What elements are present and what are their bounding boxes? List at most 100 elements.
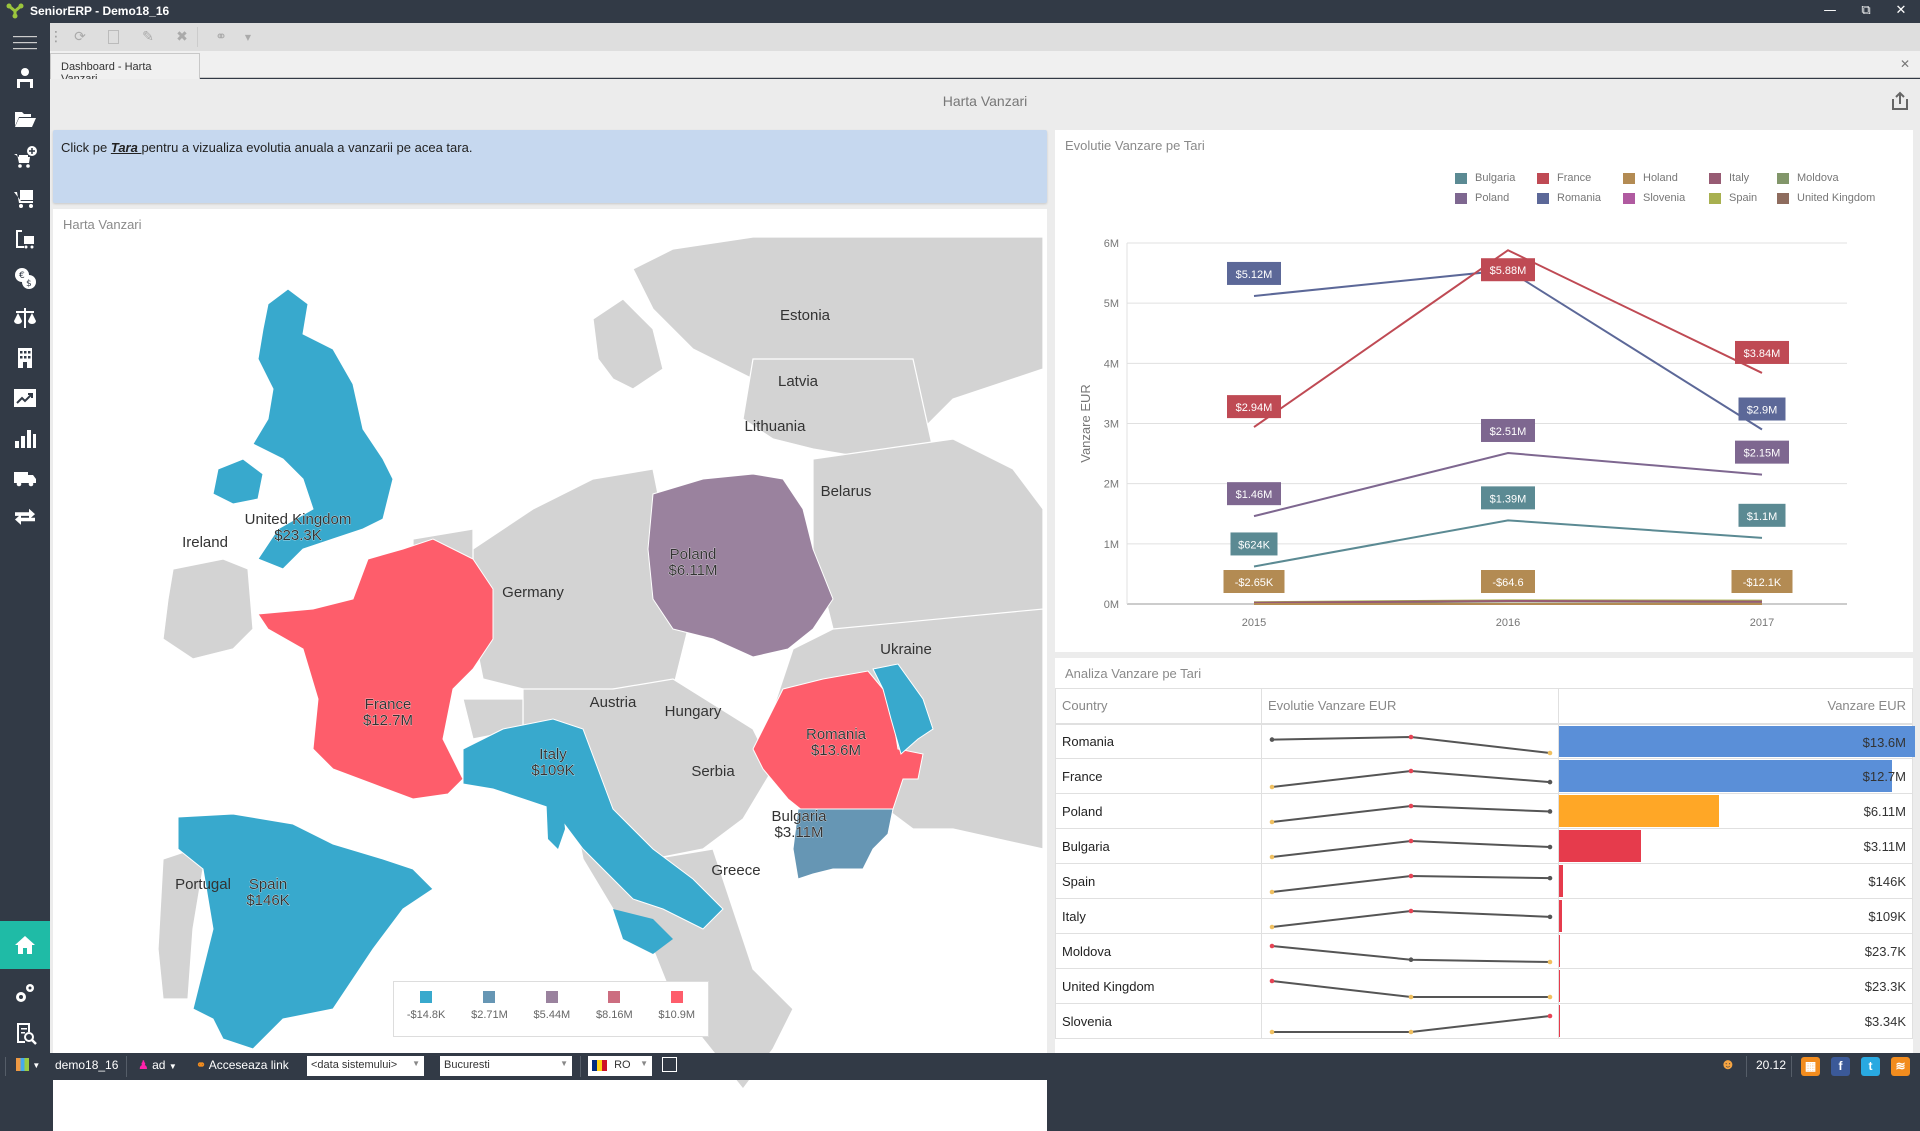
sidebar-item-inventory[interactable] [0, 218, 50, 258]
apps-menu-button[interactable]: ▼ [16, 1057, 40, 1071]
svg-text:$5.88M: $5.88M [1490, 265, 1527, 277]
sales-value: $3.34K [1865, 1014, 1906, 1029]
region-denmark [593, 299, 663, 389]
close-button[interactable]: ✕ [1886, 2, 1916, 20]
column-header-country[interactable]: Country [1056, 689, 1262, 724]
twitter-icon[interactable]: t [1861, 1057, 1880, 1076]
minimize-button[interactable]: — [1815, 2, 1845, 20]
export-icon[interactable] [1890, 91, 1910, 111]
sparkline [1262, 864, 1559, 898]
close-tab-icon[interactable]: ✕ [1900, 57, 1910, 71]
sidebar-item-settings[interactable] [0, 973, 50, 1013]
grid-row[interactable]: France$12.7M [1056, 759, 1913, 794]
access-link-button[interactable]: ⚭ Acceseaza link [196, 1058, 289, 1072]
column-header-evolution[interactable]: Evolutie Vanzare EUR [1262, 689, 1559, 724]
sales-value: $6.11M [1864, 804, 1906, 819]
sparkline-cell [1262, 1004, 1559, 1039]
apps-grid-icon [16, 1058, 29, 1071]
chevron-down-icon: ▼ [560, 1059, 568, 1068]
sparkline-point [1270, 890, 1275, 895]
facebook-icon[interactable]: f [1831, 1057, 1850, 1076]
bar-chart-icon [13, 426, 37, 450]
grid-row[interactable]: Italy$109K [1056, 899, 1913, 934]
link-button[interactable]: ⚭ [208, 28, 234, 46]
edit-button[interactable]: ✎ [138, 28, 158, 46]
grid-row[interactable]: Spain$146K [1056, 864, 1913, 899]
country-cell: United Kingdom [1056, 969, 1262, 1004]
series-line-romania[interactable] [1254, 270, 1762, 429]
app-logo-icon [6, 3, 24, 19]
sparkline [1262, 899, 1559, 933]
country-cell: Bulgaria [1056, 829, 1262, 864]
menu-icon [13, 31, 37, 55]
link-dropdown-button[interactable]: ▼ [238, 28, 258, 46]
transfer-arrows-icon [13, 506, 37, 530]
map-legend: -$14.8K$2.71M$5.44M$8.16M$10.9M [393, 981, 709, 1037]
new-button[interactable] [103, 28, 123, 46]
grid-row[interactable]: Bulgaria$3.11M [1056, 829, 1913, 864]
map-label-spain: Spain$146K [246, 876, 289, 909]
language-select[interactable]: RO ▼ [588, 1056, 652, 1076]
sparkline-point [1548, 995, 1553, 1000]
rss-icon[interactable]: ≋ [1891, 1057, 1910, 1076]
sidebar-item-reports[interactable] [0, 418, 50, 458]
data-label-poland: $2.15M [1735, 441, 1789, 464]
date-select[interactable]: <data sistemului> ▼ [307, 1056, 424, 1076]
building-icon [13, 346, 37, 370]
delete-button[interactable]: ✖ [172, 28, 192, 46]
status-separator [5, 1057, 6, 1076]
svg-text:-$64.6: -$64.6 [1492, 577, 1523, 589]
y-tick-label: 6M [1104, 238, 1119, 250]
sidebar-item-finance[interactable]: €$ [0, 258, 50, 298]
grid-row[interactable]: Moldova$23.7K [1056, 934, 1913, 969]
menu-button[interactable] [0, 23, 50, 63]
grid-row[interactable]: Poland$6.11M [1056, 794, 1913, 829]
chevron-down-icon: ▼ [640, 1059, 648, 1068]
svg-text:$2.9M: $2.9M [1747, 405, 1778, 417]
sidebar-item-balance[interactable] [0, 298, 50, 338]
sales-bar-cell: $146K [1559, 864, 1913, 899]
grid-row[interactable]: United Kingdom$23.3K [1056, 969, 1913, 1004]
svg-text:-$2.65K: -$2.65K [1235, 577, 1274, 589]
sparkline-point [1270, 737, 1275, 742]
sales-bar-cell: $23.7K [1559, 934, 1913, 969]
sidebar-item-report-search[interactable] [0, 1013, 50, 1053]
sparkline-path [1272, 771, 1550, 787]
grid-row[interactable]: Romania$13.6M [1056, 724, 1913, 759]
map-label-poland: Poland$6.11M [669, 546, 718, 579]
sparkline-point [1548, 915, 1553, 920]
series-line-italy[interactable] [1254, 601, 1762, 603]
city-select[interactable]: Bucuresti ▼ [440, 1056, 572, 1076]
ro-flag-icon [592, 1060, 607, 1071]
blogger-icon[interactable]: ▦ [1801, 1057, 1820, 1076]
sidebar-item-company[interactable] [0, 338, 50, 378]
sales-bar-cell: $12.7M [1559, 759, 1913, 794]
sparkline-path [1272, 1016, 1550, 1032]
sidebar-item-transfer[interactable] [0, 498, 50, 538]
sidebar-item-home[interactable] [0, 921, 50, 969]
svg-text:$2.94M: $2.94M [1236, 402, 1273, 414]
map-legend-item: -$14.8K [407, 991, 446, 1036]
sidebar-item-delivery[interactable] [0, 458, 50, 498]
sparkline-point [1270, 944, 1275, 949]
notification-icon[interactable]: ☻ [1720, 1056, 1736, 1073]
sparkline-cell [1262, 969, 1559, 1004]
region-ireland [163, 559, 253, 659]
grid-row[interactable]: Slovenia$3.34K [1056, 1004, 1913, 1039]
refresh-button[interactable]: ⟳ [70, 28, 90, 46]
sidebar-item-trends[interactable] [0, 378, 50, 418]
sidebar-item-new-order[interactable] [0, 138, 50, 178]
sidebar-item-orders[interactable] [0, 178, 50, 218]
tab-dashboard-harta-vanzari[interactable]: Dashboard - Harta Vanzari [50, 53, 200, 79]
sparkline-path [1272, 876, 1550, 892]
toolbar-separator [197, 27, 198, 47]
user-menu[interactable]: ♟ ad ▼ [138, 1058, 177, 1072]
banner-link-tara[interactable]: Tara [111, 140, 142, 155]
status-separator [1746, 1056, 1747, 1077]
restore-button[interactable]: ⧉ [1851, 2, 1881, 20]
column-header-sales[interactable]: Vanzare EUR [1559, 689, 1913, 724]
sidebar-item-hr[interactable] [0, 58, 50, 98]
layout-toggle-icon[interactable] [662, 1057, 677, 1072]
sidebar-item-documents[interactable] [0, 98, 50, 138]
sparkline-point [1409, 1030, 1414, 1035]
